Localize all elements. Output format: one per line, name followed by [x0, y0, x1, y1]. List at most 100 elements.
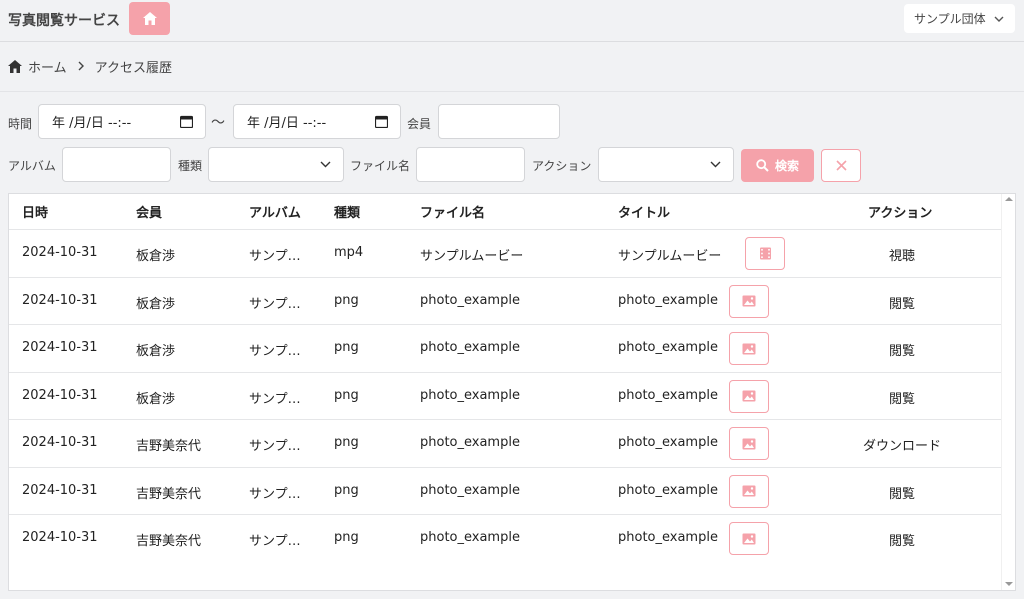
member-input[interactable] [438, 104, 560, 139]
cell-filename: photo_example [420, 292, 520, 308]
album-label: アルバム [8, 159, 56, 173]
column-header-filename: ファイル名 [420, 206, 486, 221]
cell-member: 吉野美奈代 [136, 486, 202, 502]
filename-input[interactable] [416, 147, 525, 182]
film-icon [759, 247, 772, 260]
access-history-table: 日時 会員 アルバム 種類 ファイル名 タイトル アクション 2024-10-3… [8, 193, 1016, 591]
app-title: 写真閲覧サービス [8, 13, 120, 29]
column-header-member: 会員 [136, 206, 163, 221]
preview-button[interactable] [745, 237, 785, 270]
time-label: 時間 [8, 117, 33, 131]
table-row: 2024-10-31 板倉渉 サンプ… mp4 サンプルムービー サンプルムービー 視聴 [9, 229, 1001, 277]
image-icon [742, 533, 756, 545]
cell-album: サンプ… [249, 486, 301, 502]
cell-datetime: 2024-10-31 [22, 482, 98, 498]
cell-datetime: 2024-10-31 [22, 340, 98, 355]
cell-datetime: 2024-10-31 [22, 530, 98, 545]
column-header-title: タイトル [618, 206, 671, 221]
image-icon [742, 390, 756, 402]
table-row: 2024-10-31 板倉渉 サンプ… png photo_example photo_e… [9, 371, 1001, 420]
date-to-input[interactable]: 年 /月/日 --:-- [233, 104, 401, 139]
cell-member: 板倉渉 [136, 391, 176, 407]
column-header-album: アルバム [249, 206, 301, 221]
cell-album: サンプ… [249, 534, 301, 549]
cell-member: 吉野美奈代 [136, 534, 202, 549]
table-row: 2024-10-31 吉野美奈代 サンプ… png photo_example photo… [9, 466, 1001, 515]
image-icon [742, 438, 756, 450]
member-label: 会員 [407, 117, 432, 131]
date-from-value: 年 /月/日 --:-- [52, 116, 132, 131]
cell-title: photo_example [618, 530, 718, 545]
chevron-down-icon [320, 161, 331, 168]
image-icon [742, 343, 756, 355]
preview-button[interactable] [729, 474, 769, 508]
cell-type: mp4 [334, 245, 364, 260]
cell-album: サンプ… [249, 344, 301, 359]
search-button[interactable]: 検索 [741, 149, 814, 182]
cell-action: 視聴 [888, 249, 915, 264]
preview-button[interactable] [729, 522, 769, 555]
scroll-up-arrow[interactable] [1005, 197, 1013, 201]
breadcrumb-current: アクセス履歴 [94, 60, 172, 76]
home-button[interactable] [129, 2, 170, 35]
cell-action: 閲覧 [888, 534, 915, 549]
preview-button[interactable] [729, 284, 769, 318]
cell-type: png [334, 482, 359, 498]
column-header-datetime: 日時 [22, 206, 49, 221]
cell-filename: photo_example [420, 387, 520, 403]
preview-button[interactable] [729, 332, 769, 365]
cell-album: サンプ… [249, 439, 301, 454]
column-header-type: 種類 [334, 206, 361, 221]
cell-datetime: 2024-10-31 [22, 245, 98, 260]
cell-title: photo_example [618, 292, 718, 308]
cell-type: png [334, 340, 359, 355]
cell-member: 板倉渉 [136, 249, 176, 264]
cell-title: photo_example [618, 340, 718, 355]
cell-title: サンプルムービー [618, 249, 722, 264]
cell-type: png [334, 530, 359, 545]
preview-button[interactable] [729, 427, 769, 460]
cell-action: 閲覧 [888, 296, 915, 312]
table-row: 2024-10-31 吉野美奈代 サンプ… png photo_example photo… [9, 419, 1001, 467]
scroll-down-arrow[interactable] [1005, 582, 1013, 586]
cell-album: サンプ… [249, 391, 301, 407]
org-select[interactable]: サンプル団体 [904, 4, 1015, 33]
cell-member: 板倉渉 [136, 296, 176, 312]
home-icon [142, 12, 157, 25]
preview-button[interactable] [729, 379, 769, 413]
chevron-down-icon [710, 161, 721, 168]
cell-datetime: 2024-10-31 [22, 387, 98, 403]
range-separator: ～ [211, 115, 225, 131]
action-select[interactable] [598, 147, 734, 182]
cell-action: ダウンロード [862, 439, 941, 454]
cell-datetime: 2024-10-31 [22, 435, 98, 450]
cell-type: png [334, 435, 359, 450]
column-header-action: アクション [868, 206, 933, 221]
image-icon [742, 485, 756, 497]
calendar-icon [375, 115, 388, 128]
search-button-label: 検索 [774, 159, 799, 173]
cell-filename: photo_example [420, 435, 520, 450]
image-icon [742, 295, 756, 307]
org-select-value: サンプル団体 [914, 12, 986, 26]
table-row: 2024-10-31 吉野美奈代 サンプ… png photo_example photo… [9, 514, 1001, 562]
header: 写真閲覧サービス サンプル団体 [0, 0, 1024, 42]
cell-filename: サンプルムービー [420, 249, 524, 264]
divider [0, 91, 1024, 92]
cell-album: サンプ… [249, 296, 301, 312]
close-icon [835, 160, 847, 171]
filename-label: ファイル名 [350, 159, 411, 173]
album-input[interactable] [62, 147, 171, 182]
cell-filename: photo_example [420, 340, 520, 355]
table-row: 2024-10-31 板倉渉 サンプ… png photo_example photo_e… [9, 324, 1001, 372]
cell-member: 吉野美奈代 [136, 439, 202, 454]
breadcrumb-home-link[interactable]: ホーム [28, 57, 67, 76]
type-select[interactable] [208, 147, 344, 182]
home-icon [8, 59, 22, 73]
clear-button[interactable] [821, 149, 861, 182]
date-from-input[interactable]: 年 /月/日 --:-- [38, 104, 206, 139]
table-scrollbar[interactable] [1001, 194, 1015, 590]
cell-action: 閲覧 [888, 391, 915, 407]
breadcrumb: ホーム アクセス履歴 [8, 56, 172, 76]
date-to-value: 年 /月/日 --:-- [247, 116, 327, 131]
